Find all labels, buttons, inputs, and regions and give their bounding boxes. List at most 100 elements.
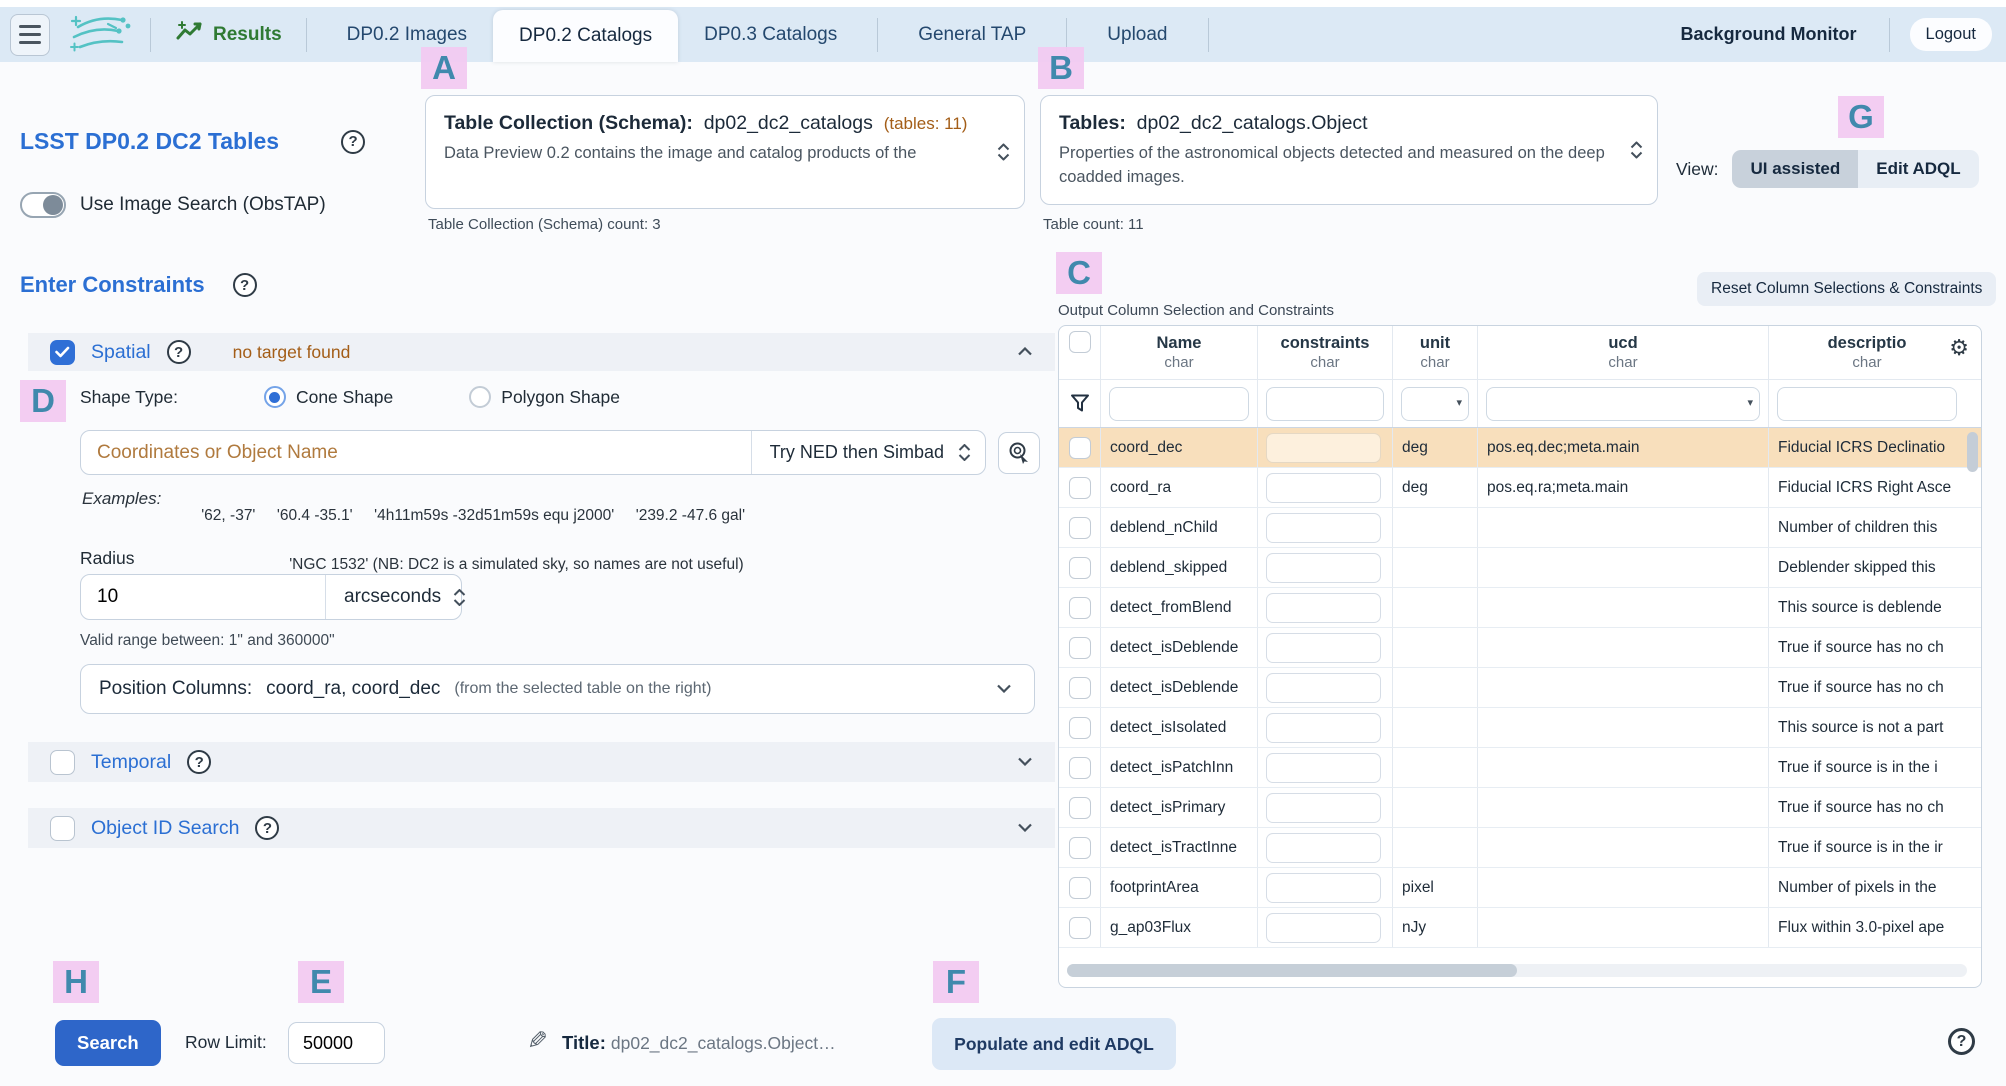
table-row[interactable]: footprintArea pixel Number of pixels in … [1059,868,1981,908]
locate-position-button[interactable] [998,431,1040,474]
header-constraints[interactable]: constraints char [1258,326,1393,379]
constraint-input[interactable] [1266,552,1381,583]
nav-results-button[interactable]: Results [165,20,292,50]
header-unit[interactable]: unit char [1393,326,1478,379]
tab-dp03-catalogs[interactable]: DP0.3 Catalogs [678,7,863,62]
coordinates-input[interactable] [81,431,751,474]
temporal-section-bar[interactable]: Temporal ? [28,742,1055,782]
table-row[interactable]: detect_fromBlend This source is deblende [1059,588,1981,628]
vertical-scrollbar-thumb[interactable] [1967,432,1978,472]
row-checkbox[interactable] [1068,836,1091,859]
constraint-input[interactable] [1266,752,1381,783]
header-name[interactable]: Name char [1101,326,1258,379]
constraints-help-icon[interactable]: ? [232,273,257,297]
constraint-input[interactable] [1266,472,1381,503]
reset-columns-button[interactable]: Reset Column Selections & Constraints [1697,272,1997,306]
table-select[interactable]: Tables: dp02_dc2_catalogs.Object Propert… [1040,95,1658,205]
row-checkbox[interactable] [1068,516,1091,539]
polygon-shape-radio[interactable]: Polygon Shape [469,386,620,408]
constraint-input[interactable] [1266,632,1381,663]
tab-dp02-images[interactable]: DP0.2 Images [321,7,493,62]
search-button[interactable]: Search [55,1020,161,1066]
table-options-gear-icon[interactable]: ⚙ [1949,338,1969,360]
temporal-checkbox[interactable] [50,749,75,775]
constraint-input[interactable] [1266,792,1381,823]
header-description[interactable]: descriptio char [1769,326,1965,379]
row-checkbox[interactable] [1068,916,1091,939]
filter-unit-input[interactable] [1401,386,1469,421]
filter-description-input[interactable] [1777,386,1957,421]
select-all-checkbox[interactable] [1068,331,1091,353]
constraint-input[interactable] [1266,512,1381,543]
object-id-expand-icon[interactable] [1017,819,1033,837]
menu-hamburger-icon[interactable] [10,13,50,56]
table-row[interactable]: detect_isDeblende True if source has no … [1059,628,1981,668]
filter-ucd-input[interactable] [1486,386,1760,421]
schema-select-spinner-icon[interactable] [997,143,1010,161]
constraint-input[interactable] [1266,872,1381,903]
table-row[interactable]: deblend_skipped Deblender skipped this [1059,548,1981,588]
row-checkbox[interactable] [1068,556,1091,579]
row-limit-input[interactable] [288,1022,385,1064]
row-checkbox[interactable] [1068,876,1091,899]
cone-shape-radio[interactable]: Cone Shape [263,386,393,408]
view-edit-adql-button[interactable]: Edit ADQL [1858,150,1979,188]
constraint-input[interactable] [1266,592,1381,623]
resolver-select[interactable]: Try NED then Simbad [750,431,985,474]
filter-funnel-icon[interactable] [1070,394,1090,413]
background-monitor-button[interactable]: Background Monitor [1663,24,1875,45]
constraint-input[interactable] [1266,912,1381,943]
edit-title-pencil-icon[interactable]: ✎ [527,1026,548,1055]
spatial-help-icon[interactable]: ? [166,340,191,364]
populate-adql-button[interactable]: Populate and edit ADQL [932,1018,1176,1070]
row-checkbox[interactable] [1068,716,1091,739]
header-ucd[interactable]: ucd char [1478,326,1769,379]
table-row[interactable]: coord_dec deg pos.eq.dec;meta.main Fiduc… [1059,428,1981,468]
constraint-input[interactable] [1266,832,1381,863]
radius-input[interactable] [81,575,326,619]
table-row[interactable]: detect_isTractInne True if source is in … [1059,828,1981,868]
object-id-section-bar[interactable]: Object ID Search ? [28,808,1055,848]
table-row[interactable]: deblend_nChild Number of children this [1059,508,1981,548]
constraint-input[interactable] [1266,672,1381,703]
spatial-collapse-icon[interactable] [1017,343,1033,361]
row-checkbox[interactable] [1068,796,1091,819]
radius-unit-select[interactable]: arcseconds [326,586,480,608]
tab-dp02-catalogs[interactable]: DP0.2 Catalogs [493,10,679,62]
footer-help-icon[interactable]: ? [1948,1028,1975,1055]
filter-name-input[interactable] [1109,386,1249,421]
firefly-logo-icon[interactable] [64,9,136,60]
constraint-input[interactable] [1266,712,1381,743]
table-select-spinner-icon[interactable] [1630,141,1643,159]
row-checkbox[interactable] [1068,596,1091,619]
image-search-toggle[interactable] [20,192,66,218]
object-id-help-icon[interactable]: ? [255,816,280,840]
table-row[interactable]: g_ap03Flux nJy Flux within 3.0-pixel ape [1059,908,1981,948]
tab-upload[interactable]: Upload [1081,7,1193,62]
object-id-checkbox[interactable] [50,815,75,841]
row-checkbox[interactable] [1068,636,1091,659]
row-checkbox[interactable] [1068,676,1091,699]
row-checkbox[interactable] [1068,436,1091,459]
table-row[interactable]: detect_isPatchInn True if source is in t… [1059,748,1981,788]
position-columns-select[interactable]: Position Columns: coord_ra, coord_dec (f… [80,664,1035,714]
horizontal-scrollbar-thumb[interactable] [1067,964,1517,977]
tables-help-icon[interactable]: ? [341,129,366,154]
horizontal-scrollbar[interactable] [1067,964,1967,977]
filter-constraints-input[interactable] [1266,386,1384,421]
temporal-expand-icon[interactable] [1017,753,1033,771]
table-row[interactable]: detect_isIsolated This source is not a p… [1059,708,1981,748]
spatial-section-bar[interactable]: Spatial ? no target found [28,333,1055,371]
spatial-checkbox[interactable] [50,339,75,365]
table-row[interactable]: detect_isPrimary True if source has no c… [1059,788,1981,828]
table-row[interactable]: coord_ra deg pos.eq.ra;meta.main Fiducia… [1059,468,1981,508]
schema-select[interactable]: Table Collection (Schema): dp02_dc2_cata… [425,95,1025,209]
temporal-help-icon[interactable]: ? [187,750,212,774]
tab-general-tap[interactable]: General TAP [892,7,1052,62]
logout-button[interactable]: Logout [1909,18,1992,51]
row-checkbox[interactable] [1068,476,1091,499]
view-ui-assisted-button[interactable]: UI assisted [1732,150,1859,188]
row-checkbox[interactable] [1068,756,1091,779]
table-row[interactable]: detect_isDeblende True if source has no … [1059,668,1981,708]
constraint-input[interactable] [1266,432,1381,463]
